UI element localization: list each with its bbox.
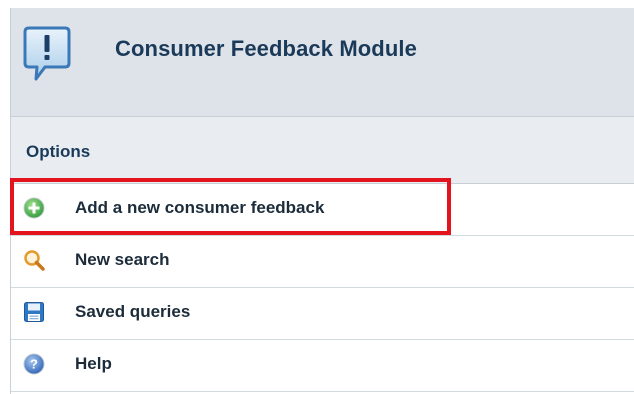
menu-item-new-search[interactable]: New search [11,236,634,288]
options-section-header: Options [11,116,634,184]
menu-item-label: Saved queries [75,302,191,321]
module-header: Consumer Feedback Module [11,8,634,116]
add-circle-icon [23,197,45,219]
options-menu: Add a new consumer feedback New search S… [11,184,634,392]
menu-item-help[interactable]: ? Help [11,340,634,392]
options-label: Options [26,142,91,161]
page-title: Consumer Feedback Module [115,36,417,61]
menu-item-saved-queries[interactable]: Saved queries [11,288,634,340]
save-disk-icon [24,302,44,322]
menu-item-label: Help [75,354,112,373]
menu-item-label: New search [75,250,170,269]
search-icon [24,250,45,271]
menu-item-label: Add a new consumer feedback [75,198,325,217]
feedback-speech-bubble-icon [23,26,71,81]
consumer-feedback-panel: Consumer Feedback Module Options Add a n… [10,8,634,394]
menu-item-add-consumer-feedback[interactable]: Add a new consumer feedback [11,184,634,236]
svg-text:?: ? [30,357,38,372]
help-icon: ? [23,353,45,375]
